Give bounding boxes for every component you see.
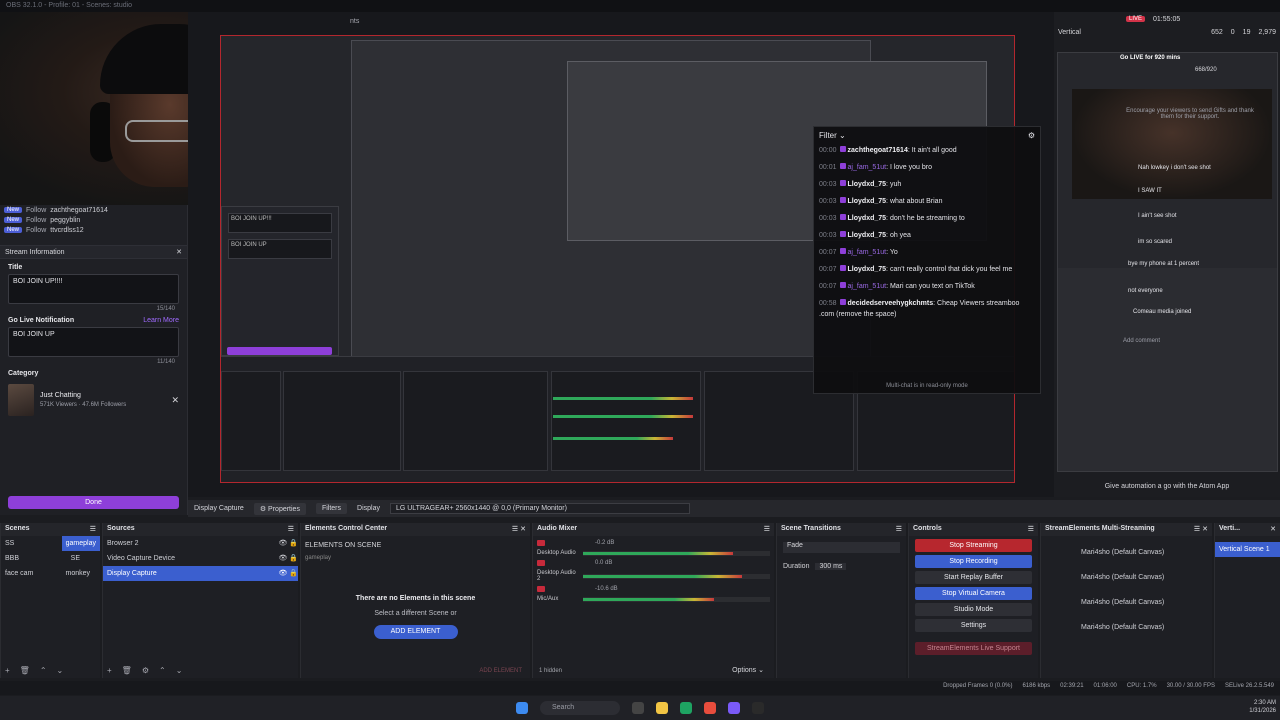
stream-info-header: Stream Information ✕ [0, 245, 187, 259]
chat-message: 00:58 decidedserveehygkchmts: Cheap Viewe… [819, 299, 1020, 318]
nested-stream-info: BOI JOIN UP!!! BOI JOIN UP [221, 206, 339, 356]
elements-dock: Elements Control Center ☰ ✕ ELEMENTS ON S… [300, 523, 530, 678]
category-selection[interactable]: Just Chatting 571K Viewers · 47.6M Follo… [8, 384, 179, 416]
scene-row[interactable]: SS gameplay [1, 536, 100, 551]
source-row[interactable]: Display Capture 👁 🔒 [103, 566, 298, 581]
multistream-row[interactable]: Mari4sho (Default Canvas) [1041, 540, 1212, 565]
chat-filter[interactable]: Filter ⌄ [819, 131, 846, 141]
scenes-dock: Scenes ☰ SS gameplay BBB SE face cam monkey … [0, 523, 100, 678]
learn-more-link[interactable]: Learn More [143, 317, 179, 324]
gear-icon[interactable]: ⚙ [1028, 131, 1035, 141]
stop-recording-button[interactable]: Stop Recording [915, 555, 1032, 568]
activity-feed-row: New Follow zachthegoat71614 [0, 205, 187, 215]
chat-message: 00:07 aj_fam_51ut: Yo [819, 248, 898, 256]
properties-button[interactable]: ⚙ Properties [253, 502, 306, 515]
app-icon[interactable] [704, 702, 716, 714]
vertical-scene-row[interactable]: Vertical Scene 1 [1215, 542, 1280, 557]
windows-taskbar: Search 2:30 AM 1/31/2026 [0, 696, 1280, 720]
category-thumbnail [8, 384, 34, 416]
vertical-canvas[interactable]: Go LIVE for 920 mins 668/920 Encourage y… [1057, 52, 1278, 472]
activity-feed-row: New Follow peggyblin [0, 215, 187, 225]
chat-message: 00:07 Lloydxd_75: can't really control th… [819, 265, 1013, 273]
chat-message: 00:00 zachthegoat71614: It ain't all good [819, 146, 957, 154]
title-input[interactable]: BOI JOIN UP!!!! [8, 274, 179, 304]
explorer-icon[interactable] [656, 702, 668, 714]
source-row[interactable]: Browser 2 👁 🔒 [103, 536, 298, 551]
automation-banner[interactable]: Give automation a go with the Atom App [1054, 479, 1280, 495]
sources-dock: Sources ☰ Browser 2 👁 🔒 Video Capture Devi… [102, 523, 298, 678]
chat-message: 00:01 aj_fam_51ut: I love you bro [819, 163, 932, 171]
obs-icon[interactable] [752, 702, 764, 714]
source-context-bar: Display Capture ⚙ Properties Filters Dis… [188, 500, 1280, 517]
live-support-button[interactable]: StreamElements Live Support [915, 642, 1032, 655]
multistream-row[interactable]: Mari4sho (Default Canvas) [1041, 590, 1212, 615]
stream-info-dock: New Follow zachthegoat71614 New Follow peggy… [0, 205, 188, 515]
scene-row[interactable]: face cam monkey [1, 566, 100, 581]
app-icon[interactable] [728, 702, 740, 714]
multistream-row[interactable]: Mari4sho (Default Canvas) [1041, 615, 1212, 640]
audio-mixer-dock: Audio Mixer ☰ -0.2 dB Desktop Audio 0.0 d… [532, 523, 774, 678]
search-bar[interactable]: Search [540, 701, 620, 715]
go-live-notification-input[interactable]: BOI JOIN UP [8, 327, 179, 357]
activity-feed-row: New Follow ttvcrdlss12 [0, 225, 187, 235]
chat-message: 00:03 Lloydxd_75: yuh [819, 180, 902, 188]
add-icon[interactable]: + [5, 666, 10, 675]
vertical-panel: LIVE 01:55:05 Vertical 652 0 19 2,979 Go… [1054, 12, 1280, 497]
chat-message: 00:03 Lloydxd_75: don't he be streaming t… [819, 214, 965, 222]
like-count: 2,979 [1258, 28, 1276, 36]
viewer-count: 652 [1211, 28, 1223, 36]
remove-category-icon[interactable]: ✕ [171, 395, 179, 406]
obs-titlebar: OBS 32.1.0 - Profile: 01 - Scenes: studi… [0, 0, 1280, 12]
done-button[interactable]: Done [8, 496, 179, 509]
remove-icon[interactable]: 🗑 [20, 666, 30, 675]
taskview-icon[interactable] [632, 702, 644, 714]
status-bar: Dropped Frames 0 (0.0%) 6186 kbps 02:39:… [0, 681, 1280, 695]
start-icon[interactable] [516, 702, 528, 714]
gear-icon: ⚙ [259, 505, 267, 513]
stop-streaming-button[interactable]: Stop Streaming [915, 539, 1032, 552]
down-icon[interactable]: ⌄ [57, 666, 64, 675]
live-stats-bar: LIVE 01:55:05 [1054, 12, 1280, 26]
add-element-button[interactable]: ADD ELEMENT [373, 625, 458, 639]
up-icon[interactable]: ⌃ [40, 666, 47, 675]
transition-select[interactable]: Fade [783, 542, 900, 553]
display-capture-label: Display Capture [194, 505, 244, 512]
display-select[interactable]: LG ULTRAGEAR+ 2560x1440 @ 0,0 (Primary M… [389, 503, 690, 514]
chat-message: 00:07 aj_fam_51ut: Mari can you text on T… [819, 282, 975, 290]
app-icon[interactable] [680, 702, 692, 714]
scene-row[interactable]: BBB SE [1, 551, 100, 566]
replay-buffer-button[interactable]: Start Replay Buffer [915, 571, 1032, 584]
filters-button[interactable]: Filters [315, 503, 348, 514]
virtual-camera-button[interactable]: Stop Virtual Camera [915, 587, 1032, 600]
vertical-scenes-dock: Verti... ✕ Vertical Scene 1 [1214, 523, 1280, 678]
scene-transitions-dock: Scene Transitions ☰ Fade Duration 300 ms [776, 523, 906, 678]
studio-mode-button[interactable]: Studio Mode [915, 603, 1032, 616]
chat-message-list: 00:00 zachthegoat71614: It ain't all good… [814, 145, 1040, 320]
close-icon[interactable]: ✕ [176, 248, 182, 256]
settings-button[interactable]: Settings [915, 619, 1032, 632]
nested-preview [351, 40, 987, 360]
chat-message: 00:03 Lloydxd_75: what about Brian [819, 197, 943, 205]
multichat-overlay[interactable]: Filter ⌄ ⚙ 00:00 zachthegoat71614: It ain'… [813, 126, 1041, 394]
controls-dock: Controls ☰ Stop Streaming Stop Recording … [908, 523, 1038, 678]
multistream-row[interactable]: Mari4sho (Default Canvas) [1041, 565, 1212, 590]
vertical-label: Vertical [1058, 28, 1081, 36]
options-menu[interactable]: Options ⌄ [732, 666, 764, 674]
source-row[interactable]: Video Capture Device 👁 🔒 [103, 551, 298, 566]
duration-input[interactable]: 300 ms [815, 563, 847, 570]
chat-message: 00:03 Lloydxd_75: oh yea [819, 231, 911, 239]
multistreaming-dock: StreamElements Multi-Streaming ☰ ✕ Mari4s… [1040, 523, 1212, 678]
